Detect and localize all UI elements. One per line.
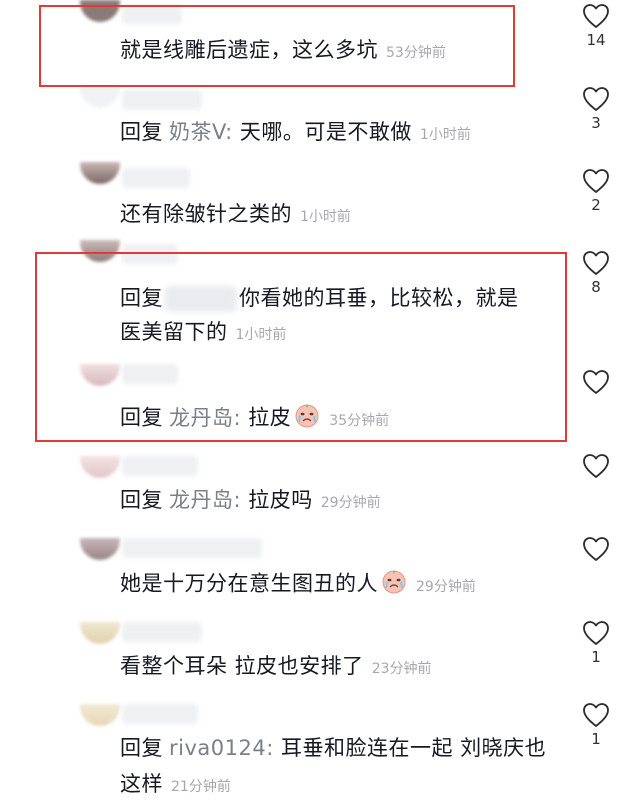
comment-text-line: 回复 龙丹岛: 拉皮吗 29分钟前 xyxy=(120,486,381,517)
reply-to-name[interactable]: 奶茶V: xyxy=(169,120,233,144)
username-blurred[interactable] xyxy=(122,456,198,476)
username-blurred[interactable] xyxy=(122,168,190,188)
heart-icon xyxy=(583,703,609,727)
comment-time: 1小时前 xyxy=(235,327,287,343)
comment-text-continued: 医美留下的 xyxy=(120,320,228,344)
like-button[interactable] xyxy=(580,536,612,564)
avatar[interactable] xyxy=(80,240,120,262)
like-button[interactable]: 3 xyxy=(580,86,612,132)
comment-text: 耳垂和脸连在一起 刘晓庆也 xyxy=(280,736,547,760)
username-blurred[interactable] xyxy=(122,538,262,558)
username-blurred[interactable] xyxy=(122,90,202,110)
like-button[interactable]: 1 xyxy=(580,620,612,666)
comment-time: 1小时前 xyxy=(300,209,351,225)
comment-time: 53分钟前 xyxy=(386,45,446,61)
avatar[interactable] xyxy=(80,456,120,478)
reply-to-name[interactable]: riva0124: xyxy=(169,736,274,760)
comment-text-line: 回复 riva0124: 耳垂和脸连在一起 刘晓庆也 xyxy=(120,734,546,762)
comment-text-line: 她是十万分在意生图丑的人 29分钟前 xyxy=(120,568,476,601)
heart-icon xyxy=(583,370,609,394)
like-count: 1 xyxy=(591,730,601,748)
reply-keyword: 回复 xyxy=(120,120,163,144)
username-blurred[interactable] xyxy=(122,704,198,724)
like-count: 2 xyxy=(591,196,601,214)
avatar[interactable] xyxy=(80,538,120,560)
reply-keyword: 回复 xyxy=(120,488,163,512)
comment-time: 29分钟前 xyxy=(320,495,381,511)
avatar[interactable] xyxy=(80,86,120,108)
comment-text-line: 就是线雕后遗症，这么多坑 53分钟前 xyxy=(120,36,446,67)
comment-text-line: 医美留下的 1小时前 xyxy=(120,318,286,349)
comment-text-line: 这样 21分钟前 xyxy=(120,770,231,801)
comment-text-continued: 这样 xyxy=(120,772,163,796)
comment-text: 就是线雕后遗症，这么多坑 xyxy=(120,38,378,62)
username-blurred[interactable] xyxy=(122,622,202,642)
comment-text-line: 回复 你看她的耳垂，比较松，就是 xyxy=(120,284,519,312)
username-blurred[interactable] xyxy=(122,4,182,24)
comment-text: 天哪。可是不敢做 xyxy=(239,120,412,144)
like-count: 14 xyxy=(586,31,606,49)
heart-icon xyxy=(583,87,609,111)
heart-icon xyxy=(583,169,609,193)
heart-icon xyxy=(583,4,609,28)
avatar[interactable] xyxy=(80,704,120,726)
comment-time: 23分钟前 xyxy=(371,661,432,677)
comment-text: 她是十万分在意生图丑的人 xyxy=(120,571,378,596)
like-button[interactable] xyxy=(580,369,612,397)
username-blurred[interactable] xyxy=(122,244,178,264)
heart-icon xyxy=(583,454,609,478)
reply-keyword: 回复 xyxy=(120,286,163,310)
comment-time: 21分钟前 xyxy=(171,779,231,795)
comment-text-line: 回复 龙丹岛: 拉皮 35分钟前 xyxy=(120,402,389,435)
avatar[interactable] xyxy=(80,622,120,644)
username-blurred[interactable] xyxy=(122,364,178,384)
crying-emoji-icon xyxy=(380,568,408,601)
like-count: 1 xyxy=(591,648,601,666)
like-button[interactable]: 14 xyxy=(580,3,612,49)
like-count: 8 xyxy=(591,278,601,296)
avatar[interactable] xyxy=(80,0,120,22)
heart-icon xyxy=(583,537,609,561)
comment-time: 29分钟前 xyxy=(416,578,476,595)
heart-icon xyxy=(583,621,609,645)
reply-to-name[interactable]: 龙丹岛: xyxy=(169,406,241,430)
avatar[interactable] xyxy=(80,162,120,184)
like-button[interactable] xyxy=(580,453,612,481)
reply-keyword: 回复 xyxy=(120,405,163,430)
comment-text: 看整个耳朵 拉皮也安排了 xyxy=(120,654,364,678)
like-count: 3 xyxy=(591,114,601,132)
like-button[interactable]: 2 xyxy=(580,168,612,214)
reply-keyword: 回复 xyxy=(120,736,163,760)
comment-text: 拉皮 xyxy=(248,405,292,430)
crying-emoji-icon xyxy=(293,402,321,435)
avatar[interactable] xyxy=(80,364,120,386)
comment-text: 你看她的耳垂，比较松，就是 xyxy=(239,286,519,310)
heart-icon xyxy=(583,251,609,275)
comment-time: 35分钟前 xyxy=(329,412,390,429)
comment-text: 还有除皱针之类的 xyxy=(120,202,292,226)
like-button[interactable]: 8 xyxy=(580,250,612,296)
comment-text: 拉皮吗 xyxy=(248,488,313,512)
comment-time: 1小时前 xyxy=(419,127,471,143)
reply-to-name-blurred[interactable] xyxy=(165,286,237,312)
comment-text-line: 还有除皱针之类的 1小时前 xyxy=(120,200,351,231)
comment-text-line: 回复 奶茶V: 天哪。可是不敢做 1小时前 xyxy=(120,118,471,149)
like-button[interactable]: 1 xyxy=(580,702,612,748)
comment-text-line: 看整个耳朵 拉皮也安排了 23分钟前 xyxy=(120,652,432,683)
reply-to-name[interactable]: 龙丹岛: xyxy=(169,488,241,512)
